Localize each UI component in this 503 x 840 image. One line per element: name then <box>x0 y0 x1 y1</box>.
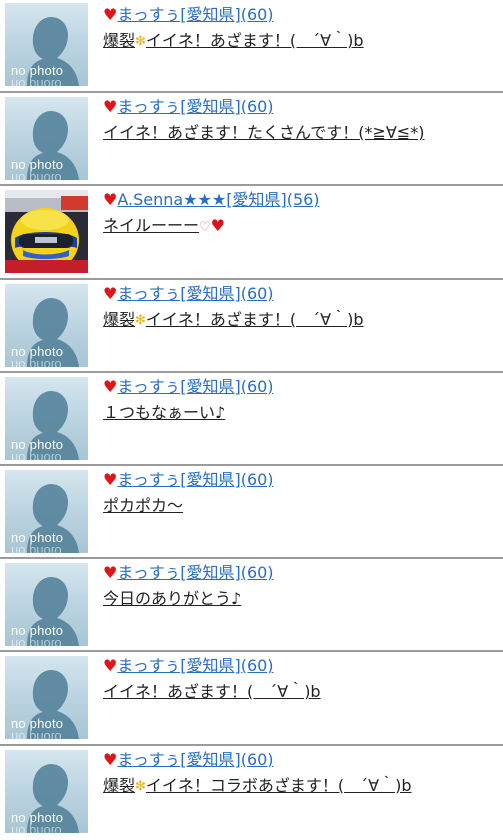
user-name: まっすぅ[愛知県](60) <box>117 376 274 396</box>
no-photo-reflection: no photo <box>11 637 62 647</box>
no-photo-label: no photo <box>11 623 64 639</box>
comment-message-link[interactable]: ポカポカ〜 <box>103 495 503 517</box>
no-photo-avatar[interactable]: no photo no photo <box>5 656 88 740</box>
no-photo-label: no photo <box>11 63 64 78</box>
message-text: 爆裂 <box>103 775 136 795</box>
message-text: イイネ！あざます！たくさんです！(*≧∀≦*) <box>103 123 425 143</box>
message-text: １つもなぁーい♪ <box>103 402 226 422</box>
message-text: 爆裂 <box>103 31 136 50</box>
no-photo-reflection: no photo <box>11 543 62 553</box>
no-photo-reflection: no photo <box>11 450 62 460</box>
comment-message-link[interactable]: イイネ！あざます！( ´∀｀)b <box>103 681 503 703</box>
heart-icon: ♥ <box>103 563 118 583</box>
list-item: no photo no photo ♥まっすぅ[愛知県](60) 今日のありがと… <box>0 557 503 650</box>
list-item: ♥A.Senna★★★[愛知県](56) ネイルーーー♡♥ <box>0 184 503 277</box>
comment-message-link[interactable]: イイネ！あざます！たくさんです！(*≧∀≦*) <box>103 122 503 144</box>
message-text: ネイルーーー <box>103 216 200 236</box>
no-photo-reflection: no photo <box>11 357 62 367</box>
no-photo-label: no photo <box>11 529 64 545</box>
user-name: まっすぅ[愛知県](60) <box>117 283 274 303</box>
user-name-link[interactable]: ♥まっすぅ[愛知県](60) <box>103 469 503 491</box>
no-photo-avatar[interactable]: no photo no photo <box>5 749 88 833</box>
pink-heart-icon: ♡ <box>199 220 211 236</box>
no-photo-avatar[interactable]: no photo no photo <box>5 3 88 86</box>
sparkle-icon: ❇ <box>135 778 146 794</box>
no-photo-avatar[interactable]: no photo no photo <box>5 376 88 460</box>
no-photo-avatar[interactable]: no photo no photo <box>5 283 88 367</box>
user-name-link[interactable]: ♥まっすぅ[愛知県](60) <box>103 4 503 26</box>
user-name: まっすぅ[愛知県](60) <box>117 563 274 583</box>
user-name-link[interactable]: ♥A.Senna★★★[愛知県](56) <box>103 189 503 211</box>
no-photo-label: no photo <box>11 157 64 173</box>
message-text: イイネ！あざます！( ´∀｀)b <box>103 682 321 702</box>
user-name: まっすぅ[愛知県](60) <box>117 656 274 676</box>
message-text: ポカポカ〜 <box>103 495 184 515</box>
no-photo-label: no photo <box>11 343 64 359</box>
user-name-link[interactable]: ♥まっすぅ[愛知県](60) <box>103 376 503 398</box>
no-photo-label: no photo <box>11 436 64 452</box>
comment-list: no photo no photo ♥まっすぅ[愛知県](60) 爆裂❇イイネ！… <box>0 0 503 837</box>
user-name-link[interactable]: ♥まっすぅ[愛知県](60) <box>103 655 503 677</box>
heart-icon: ♥ <box>103 469 118 489</box>
comment-message-link[interactable]: 今日のありがとう♪ <box>103 588 503 610</box>
list-item: no photo no photo ♥まっすぅ[愛知県](60) １つもなぁーい… <box>0 370 503 464</box>
list-item: no photo no photo ♥まっすぅ[愛知県](60) 爆裂❇イイネ！… <box>0 0 503 91</box>
heart-icon: ♥ <box>103 97 118 117</box>
user-name-link[interactable]: ♥まっすぅ[愛知県](60) <box>103 283 503 305</box>
user-name-link[interactable]: ♥まっすぅ[愛知県](60) <box>103 96 503 118</box>
list-item: no photo no photo ♥まっすぅ[愛知県](60) 爆裂❇イイネ！… <box>0 277 503 371</box>
list-item: no photo no photo ♥まっすぅ[愛知県](60) ポカポカ〜 <box>0 463 503 557</box>
sparkle-icon: ❇ <box>135 312 146 328</box>
message-text: 爆裂 <box>103 309 136 329</box>
no-photo-avatar[interactable]: no photo no photo <box>5 469 88 553</box>
message-text-tail: イイネ！あざます！( ´∀｀)b <box>145 31 364 50</box>
user-name: まっすぅ[愛知県](60) <box>117 97 274 117</box>
heart-icon: ♥ <box>103 283 118 303</box>
no-photo-reflection: no photo <box>11 77 62 86</box>
comment-message-link[interactable]: ネイルーーー♡♥ <box>103 215 503 239</box>
user-name-link[interactable]: ♥まっすぅ[愛知県](60) <box>103 749 503 771</box>
heart-icon: ♥ <box>103 5 118 24</box>
user-name: まっすぅ[愛知県](60) <box>117 749 274 769</box>
no-photo-label: no photo <box>11 809 64 825</box>
racing-helmet-image <box>5 190 88 274</box>
list-item: no photo no photo ♥まっすぅ[愛知県](60) イイネ！あざま… <box>0 91 503 184</box>
heart-icon: ♥ <box>103 656 118 676</box>
no-photo-avatar[interactable]: no photo no photo <box>5 97 88 181</box>
heart-icon: ♥ <box>103 190 118 210</box>
comment-message-link[interactable]: 爆裂❇イイネ！コラボあざます！( ´∀｀)b <box>103 775 503 799</box>
message-text-tail: イイネ！コラボあざます！( ´∀｀)b <box>145 775 412 795</box>
heart-icon: ♥ <box>103 376 118 396</box>
user-photo-avatar[interactable] <box>5 190 88 274</box>
user-name: まっすぅ[愛知県](60) <box>117 469 274 489</box>
comment-message-link[interactable]: 爆裂❇イイネ！あざます！( ´∀｀)b <box>103 309 503 333</box>
heart-icon: ♥ <box>103 749 118 769</box>
no-photo-reflection: no photo <box>11 823 62 833</box>
user-name-link[interactable]: ♥まっすぅ[愛知県](60) <box>103 562 503 584</box>
message-text-tail: イイネ！あざます！( ´∀｀)b <box>145 309 364 329</box>
list-item: no photo no photo ♥まっすぅ[愛知県](60) 爆裂❇イイネ！… <box>0 743 503 837</box>
no-photo-reflection: no photo <box>11 730 62 740</box>
comment-message-link[interactable]: 爆裂❇イイネ！あざます！( ´∀｀)b <box>103 30 503 54</box>
list-item: no photo no photo ♥まっすぅ[愛知県](60) イイネ！あざま… <box>0 650 503 743</box>
sparkle-icon: ❇ <box>135 34 146 49</box>
red-heart-icon: ♥ <box>210 216 226 236</box>
comment-message-link[interactable]: １つもなぁーい♪ <box>103 402 503 424</box>
user-name: まっすぅ[愛知県](60) <box>117 5 274 24</box>
no-photo-avatar[interactable]: no photo no photo <box>5 563 88 647</box>
no-photo-reflection: no photo <box>11 171 62 181</box>
message-text: 今日のありがとう♪ <box>103 589 242 609</box>
user-name: A.Senna★★★[愛知県](56) <box>117 190 320 210</box>
